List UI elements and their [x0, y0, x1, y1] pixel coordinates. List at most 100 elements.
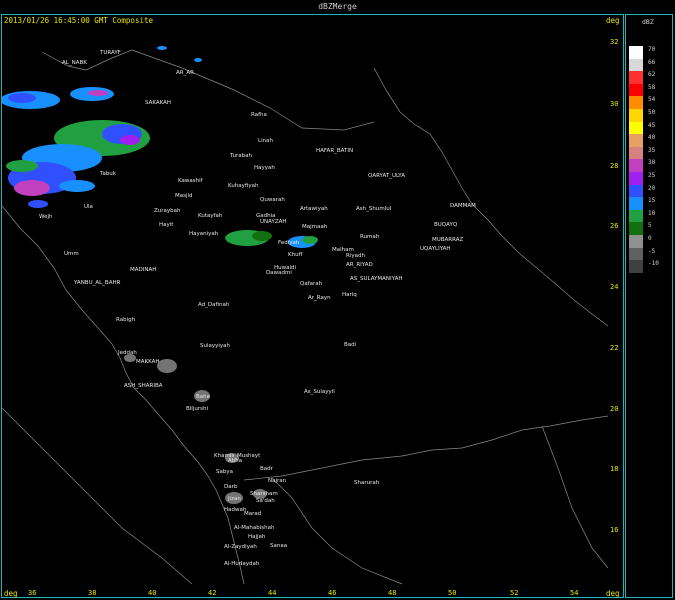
echo-cell [302, 236, 318, 244]
legend-swatch [629, 58, 643, 72]
echo-cell [59, 180, 95, 192]
place-label: Al-Mahabishah [234, 525, 275, 531]
place-label: Rafha [251, 112, 267, 118]
legend-value: 35 [648, 146, 656, 154]
lon-tick: 54 [570, 589, 579, 597]
legend-swatch [629, 134, 643, 147]
echo-cell [157, 359, 177, 373]
place-label: Badi [344, 342, 357, 348]
place-label: Rabigh [116, 317, 136, 323]
place-label: Ash_Shumlul [356, 206, 392, 212]
legend-color-scale [629, 46, 643, 273]
legend-value: 25 [648, 171, 656, 179]
border-south [243, 415, 609, 481]
legend-swatch [629, 260, 643, 273]
place-label: AR_AR [176, 70, 194, 76]
place-label: Biljurshi [186, 406, 208, 412]
place-label: Riyadh [346, 253, 365, 259]
legend-value: -5 [648, 247, 656, 255]
place-label: QARYAT_ULYA [368, 173, 405, 179]
place-label: Ula [84, 204, 93, 210]
window-title: dBZMerge [318, 2, 357, 11]
legend-swatch [629, 146, 643, 160]
place-label: Dawadmi [266, 270, 292, 276]
legend-swatch [629, 71, 643, 84]
y-axis-unit: deg [606, 589, 620, 598]
timestamp-label: 2013/01/26 16:45:00 GMT Composite [4, 16, 154, 25]
place-label: UNAYZAH [260, 219, 287, 225]
lon-tick: 48 [388, 589, 397, 597]
place-label: UQAYLIYAH [420, 246, 451, 252]
legend-value: 66 [648, 58, 656, 66]
place-label: Ar_Rayn [308, 295, 331, 301]
place-label: Qafarah [300, 281, 323, 287]
legend-swatch [629, 159, 643, 172]
place-label: Turabah [229, 153, 253, 159]
echo-cell [28, 200, 48, 208]
place-label: ASH_SHARIBA [124, 383, 163, 389]
place-label: AS_SULAYMANIYAH [350, 276, 402, 282]
place-label: Sabya [216, 469, 233, 475]
lon-tick: 52 [510, 589, 519, 597]
place-label: Jeddah [117, 350, 137, 356]
border-oman [541, 425, 609, 569]
place-label: Hariq [342, 292, 357, 298]
place-label: HAFAR_BATIN [316, 148, 353, 154]
place-label: Umm [64, 251, 79, 257]
legend-swatch [629, 96, 643, 109]
place-label: Sa'dah [256, 498, 275, 504]
legend-value: 45 [648, 121, 656, 129]
place-label: Ad_Dafinah [198, 302, 230, 308]
legend-swatch [629, 222, 643, 235]
place-label: Hadwah [224, 507, 247, 513]
echo-cell [6, 160, 38, 172]
place-label: DAMMAM [450, 203, 476, 209]
echo-cell [120, 135, 140, 145]
legend-value: 40 [648, 134, 656, 142]
place-label: Tabuk [99, 171, 117, 177]
place-label: Marad [244, 511, 261, 517]
legend-value: 30 [648, 159, 656, 167]
radar-map[interactable]: TURAYF AL_NABK AR_AR SAKAKAH Rafha Linah… [2, 28, 622, 586]
place-label: Rumah [360, 234, 380, 240]
place-label: Abha [228, 458, 242, 464]
place-label: Darb [224, 484, 238, 490]
legend-labels: 70 66 62 58 54 50 45 40 35 30 25 20 15 10 5 0 -5 -10 [648, 46, 659, 273]
legend-swatch [629, 46, 643, 59]
place-label: Baha [196, 394, 210, 400]
lon-tick: 40 [148, 589, 157, 597]
place-label: YANBU_AL_BAHR [73, 280, 121, 286]
place-label: Sharsham [250, 491, 278, 497]
legend-value: 5 [648, 222, 652, 230]
echo-cell [88, 90, 108, 96]
legend-unit: dBZ [642, 18, 654, 26]
lon-tick: 46 [328, 589, 337, 597]
unit-label: deg [606, 16, 620, 25]
x-axis-unit: deg [4, 589, 18, 598]
legend-value: 58 [648, 83, 656, 91]
legend-swatch [629, 209, 643, 223]
place-label: Majmaah [302, 224, 328, 230]
place-label: Jizan [227, 496, 241, 502]
legend-value: 0 [648, 234, 652, 242]
place-label: Linah [258, 138, 273, 144]
place-label: BUQAYQ [434, 222, 458, 228]
legend-swatch [629, 108, 643, 122]
place-label: Masjid [175, 193, 193, 199]
place-label: Zuraybah [154, 208, 181, 214]
place-label: Kuhayfiyah [228, 183, 259, 189]
legend-value: 50 [648, 108, 656, 116]
place-label: Najran [268, 478, 287, 484]
lon-tick: 36 [28, 589, 37, 597]
place-label: Badr [260, 466, 274, 472]
border-yemen [271, 477, 403, 585]
place-label: MADINAH [130, 267, 156, 273]
place-label: Sharurah [354, 480, 380, 486]
border-africa [2, 407, 193, 585]
lon-tick: 38 [88, 589, 97, 597]
legend-swatch [629, 83, 643, 97]
legend-value: 54 [648, 96, 656, 104]
place-label: Al-Hudaydah [224, 561, 260, 567]
place-label: Al-Zaydiyah [224, 544, 257, 550]
lon-tick: 50 [448, 589, 457, 597]
